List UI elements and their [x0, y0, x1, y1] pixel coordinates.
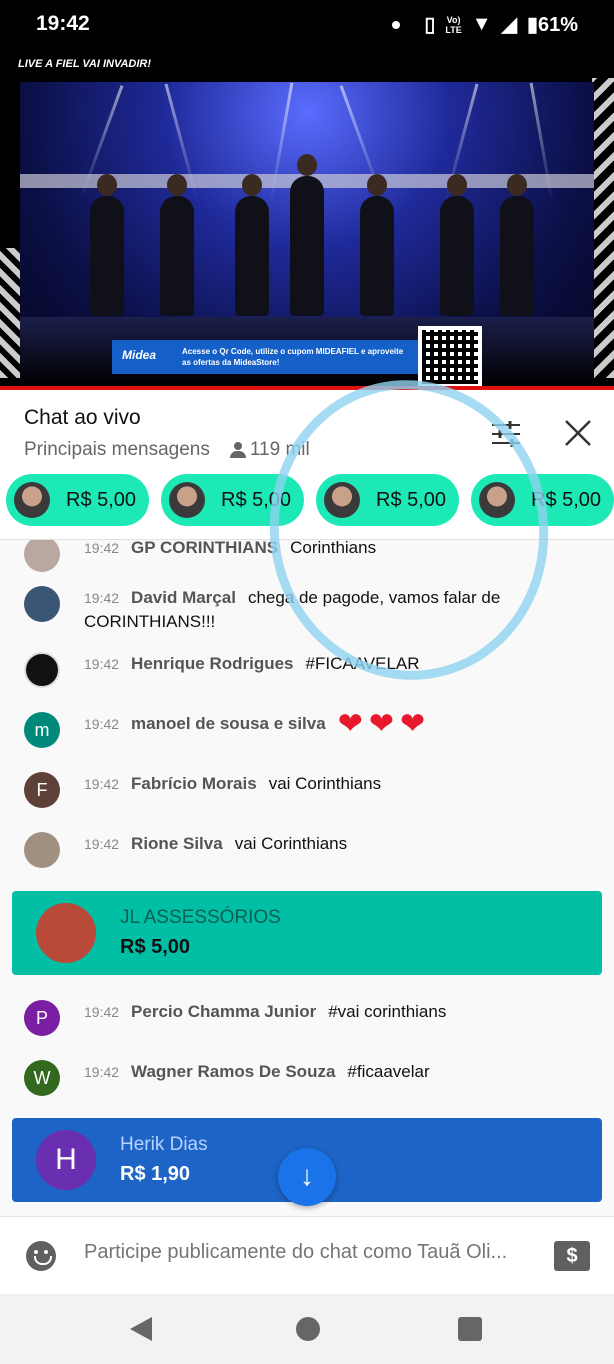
qr-code: [418, 326, 482, 388]
ticker-chip[interactable]: R$ 5,00: [161, 474, 304, 526]
wifi-icon: ▼: [471, 13, 492, 35]
avatar: W: [24, 1060, 60, 1096]
chat-header: Chat ao vivo Principais mensagens 119 mi…: [0, 390, 614, 540]
chat-message[interactable]: 19:42 Rione Silva vai Corinthians: [24, 832, 594, 868]
avatar: H: [36, 1130, 96, 1190]
chat-mode-label[interactable]: Principais mensagens: [24, 439, 210, 461]
chat-message[interactable]: 19:42 Henrique Rodrigues #FICAAVELAR: [24, 652, 594, 688]
avatar: [36, 903, 96, 963]
super-chat-ticker: R$ 5,00 R$ 5,00 R$ 5,00 R$ 5,00: [0, 474, 614, 526]
ticker-chip[interactable]: R$ 5,00: [6, 474, 149, 526]
viewer-count: 119 mil: [229, 439, 310, 461]
sliders-icon[interactable]: [490, 420, 522, 448]
chat-mode-selector[interactable]: Principais mensagens 119 mil: [24, 439, 310, 461]
status-bar: 19:42 ▯ Vo) LTE ▼ ◢ ▮61%: [0, 0, 614, 48]
sponsor-banner: Midea Acesse o Qr Code, utilize o cupom …: [112, 340, 422, 374]
avatar: [24, 540, 60, 572]
chat-message[interactable]: m 19:42 manoel de sousa e silva ❤❤❤: [24, 709, 594, 748]
signal-icon: ◢: [501, 14, 517, 36]
notification-dot-icon: [392, 20, 401, 29]
decorative-splatter: [592, 78, 614, 378]
vibrate-icon: ▯: [424, 14, 436, 36]
system-nav-bar: [0, 1294, 614, 1364]
ticker-chip[interactable]: R$ 5,00: [316, 474, 459, 526]
money-icon[interactable]: $: [554, 1241, 590, 1271]
stage-scene: Midea Acesse o Qr Code, utilize o cupom …: [20, 82, 594, 388]
avatar: [24, 832, 60, 868]
battery-level: ▮61%: [526, 14, 578, 36]
clock: 19:42: [36, 12, 90, 35]
home-icon[interactable]: [296, 1317, 320, 1341]
avatar: [14, 482, 50, 518]
avatar: [479, 482, 515, 518]
avatar: m: [24, 712, 60, 748]
back-icon[interactable]: [130, 1317, 152, 1341]
chat-message[interactable]: 19:42 GP CORINTHIANS Corinthians: [24, 540, 594, 572]
avatar: [24, 652, 60, 688]
recent-apps-icon[interactable]: [458, 1317, 482, 1341]
chat-input[interactable]: [84, 1241, 534, 1264]
chat-message[interactable]: P 19:42 Percio Chamma Junior #vai corinthi…: [24, 1000, 594, 1036]
avatar: [24, 586, 60, 622]
emoji-icon[interactable]: [26, 1241, 56, 1271]
chat-message[interactable]: 19:42 David Marçal chega de pagode, vamos …: [24, 586, 594, 634]
chat-input-bar: $: [0, 1216, 614, 1294]
video-overlay-title: LIVE A FIEL VAI INVADIR!: [18, 58, 152, 70]
person-icon: [229, 442, 246, 458]
chat-title: Chat ao vivo: [24, 406, 141, 429]
avatar: [324, 482, 360, 518]
arrow-down-icon[interactable]: ↓: [278, 1148, 336, 1206]
chat-message[interactable]: W 19:42 Wagner Ramos De Souza #ficaavelar: [24, 1060, 594, 1096]
heart-emoji: ❤❤❤: [337, 707, 432, 741]
chat-message[interactable]: F 19:42 Fabrício Morais vai Corinthians: [24, 772, 594, 808]
avatar: P: [24, 1000, 60, 1036]
avatar: F: [24, 772, 60, 808]
volte-icon: Vo) LTE: [445, 14, 462, 35]
status-icons: ▯ Vo) LTE ▼ ◢ ▮61%: [392, 12, 578, 37]
video-player[interactable]: LIVE A FIEL VAI INVADIR! Midea Acesse o …: [0, 48, 614, 388]
chat-message-list[interactable]: 19:42 GP CORINTHIANS Corinthians 19:42 Davi…: [0, 540, 614, 1216]
avatar: [169, 482, 205, 518]
close-icon[interactable]: [562, 417, 594, 449]
super-chat[interactable]: JL ASSESSÓRIOS R$ 5,00: [12, 891, 602, 975]
ticker-chip[interactable]: R$ 5,00: [471, 474, 614, 526]
